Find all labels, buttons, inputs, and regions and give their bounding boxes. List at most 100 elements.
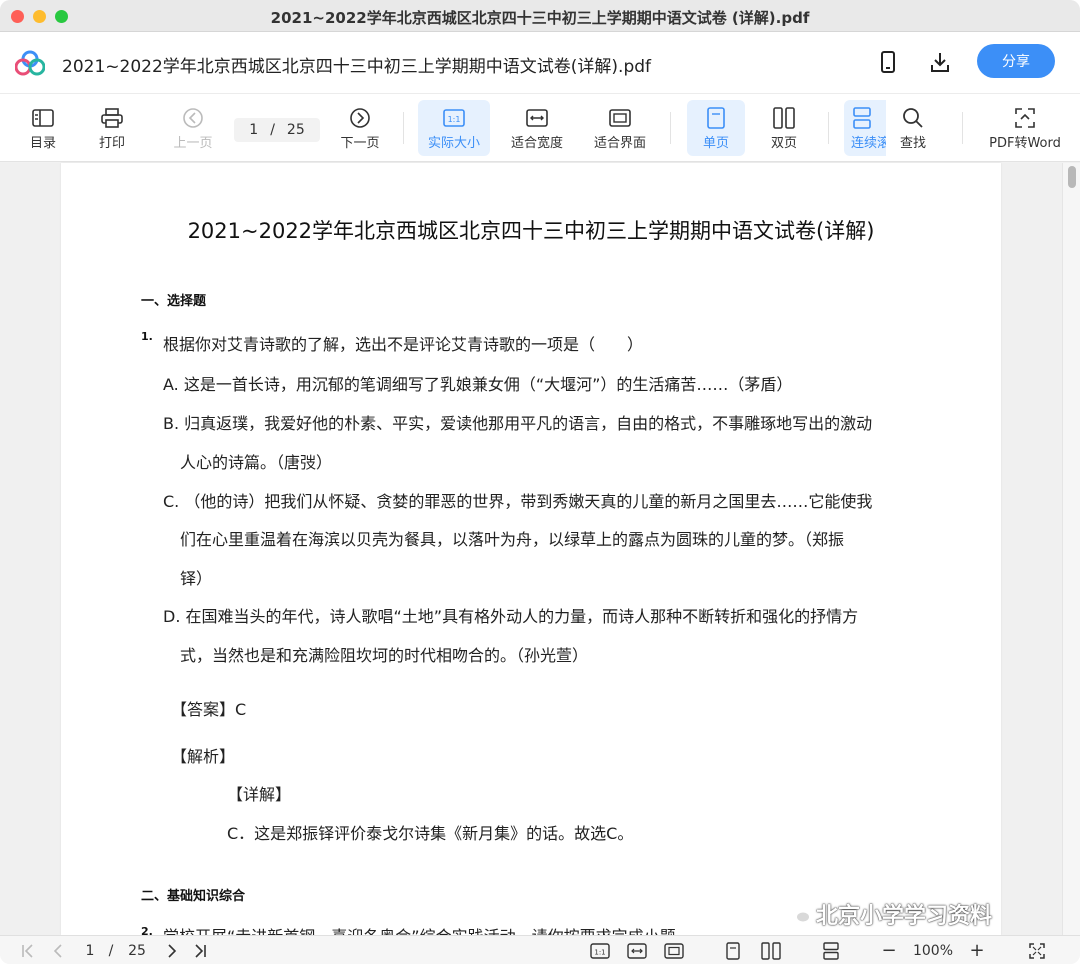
search-icon xyxy=(902,106,924,130)
detail-label: 【详解】 xyxy=(227,785,292,804)
next-page-icon[interactable] xyxy=(162,940,182,961)
continuous-scroll-label: 连续滚 xyxy=(851,135,886,151)
fit-width-icon xyxy=(526,106,548,130)
vertical-scrollbar[interactable] xyxy=(1062,163,1080,935)
fit-page-icon xyxy=(609,106,631,130)
single-page-icon xyxy=(707,106,725,130)
print-label: 打印 xyxy=(98,135,125,151)
answer-label: 【答案】C xyxy=(171,700,247,719)
fit-width-icon[interactable] xyxy=(626,940,648,961)
single-page-button[interactable]: 单页 xyxy=(687,100,745,156)
option-c-continued: 铎） xyxy=(180,569,213,588)
document-viewer[interactable]: 2021~2022学年北京西城区北京四十三中初三上学期期中语文试卷(详解) 一、… xyxy=(0,163,1080,935)
actual-size-icon[interactable]: 1:1 xyxy=(589,940,611,961)
find-button[interactable]: 查找 xyxy=(890,100,936,156)
detail-text: C．这是郑振铎评价泰戈尔诗集《新月集》的话。故选C。 xyxy=(227,824,634,843)
app-window: 2021~2022学年北京西城区北京四十三中初三上学期期中语文试卷 (详解).p… xyxy=(0,0,1080,964)
watermark-text: 北京小学学习资料 xyxy=(816,904,993,929)
first-page-icon[interactable] xyxy=(18,940,38,961)
next-page-button[interactable]: 下一页 xyxy=(335,100,385,156)
option-b: B. 归真返璞，我爱好他的朴素、平实，爱读他那用平凡的语言，自由的格式，不事雕琢… xyxy=(163,414,873,433)
title-bar: 2021~2022学年北京西城区北京四十三中初三上学期期中语文试卷 (详解).p… xyxy=(0,0,1080,32)
page-title: 2021~2022学年北京西城区北京四十三中初三上学期期中语文试卷(详解) xyxy=(187,219,875,243)
zoom-in-button[interactable]: + xyxy=(967,940,987,961)
scrollbar-thumb[interactable] xyxy=(1068,166,1076,188)
double-page-icon[interactable] xyxy=(760,940,782,961)
continuous-scroll-icon xyxy=(851,106,873,130)
option-c: C. （他的诗）把我们从怀疑、贪婪的罪恶的世界，带到秀嫩天真的儿童的新月之国里去… xyxy=(163,492,873,511)
last-page-icon[interactable] xyxy=(190,940,210,961)
phone-icon[interactable] xyxy=(876,50,900,74)
single-page-label: 单页 xyxy=(702,135,729,151)
total-pages: 25 xyxy=(286,122,305,138)
toolbar-divider xyxy=(670,112,671,144)
bottom-total-pages: 25 xyxy=(128,942,146,959)
bottom-page-separator: / xyxy=(108,942,114,959)
status-bar: 1 / 25 1:1 − 100% + xyxy=(0,935,1080,964)
option-d-continued: 式，当然也是和充满险阻坎坷的时代相吻合的。（孙光萱） xyxy=(180,646,589,665)
toc-button[interactable]: 目录 xyxy=(22,100,64,156)
bottom-current-page[interactable]: 1 xyxy=(80,940,100,961)
wechat-icon xyxy=(785,904,811,924)
fit-page-button[interactable]: 适合界面 xyxy=(588,100,652,156)
share-button[interactable]: 分享 xyxy=(977,44,1055,78)
printer-icon xyxy=(101,106,123,130)
download-icon[interactable] xyxy=(928,50,952,74)
fullscreen-icon[interactable] xyxy=(1026,940,1048,961)
continuous-scroll-button[interactable]: 连续滚 xyxy=(844,100,886,156)
zoom-out-button[interactable]: − xyxy=(879,940,899,961)
fit-width-button[interactable]: 适合宽度 xyxy=(505,100,569,156)
toc-label: 目录 xyxy=(29,135,56,151)
toolbar: 目录 打印 上一页 1 / 25 下一页 1:1 实际大小 适合宽度 适合界面 … xyxy=(0,94,1080,162)
question-number: 1. xyxy=(141,330,153,343)
svg-text:1:1: 1:1 xyxy=(594,948,605,956)
convert-icon xyxy=(1014,106,1036,130)
prev-page-label: 上一页 xyxy=(173,135,213,151)
single-page-icon[interactable] xyxy=(723,940,743,961)
question-stem: 学校开展“走进新首钢，喜迎冬奥会”综合实践活动，请你按要求完成小题。 xyxy=(163,923,692,935)
option-c-continued: 们在心里重温着在海滨以贝壳为餐具，以落叶为舟，以绿草上的露点为圆珠的儿童的梦。（… xyxy=(180,530,845,549)
actual-size-button[interactable]: 1:1 实际大小 xyxy=(418,100,490,156)
next-page-label: 下一页 xyxy=(340,135,380,151)
question-stem: 根据你对艾青诗歌的了解，选出不是评论艾青诗歌的一项是（ ） xyxy=(163,335,644,354)
app-header: 2021~2022学年北京西城区北京四十三中初三上学期期中语文试卷(详解).pd… xyxy=(0,32,1080,94)
toolbar-divider xyxy=(403,112,404,144)
fit-width-label: 适合宽度 xyxy=(510,135,563,151)
actual-size-label: 实际大小 xyxy=(427,135,480,151)
circle-left-icon xyxy=(182,106,204,130)
option-a: A. 这是一首长诗，用沉郁的笔调细写了乳娘兼女佣（“大堰河”）的生活痛苦……（茅… xyxy=(163,375,793,394)
double-page-label: 双页 xyxy=(770,135,797,151)
prev-page-icon[interactable] xyxy=(48,940,68,961)
window-title: 2021~2022学年北京西城区北京四十三中初三上学期期中语文试卷 (详解).p… xyxy=(270,9,810,27)
fit-page-label: 适合界面 xyxy=(593,135,646,151)
question-number: 2. xyxy=(141,925,153,935)
document-title: 2021~2022学年北京西城区北京四十三中初三上学期期中语文试卷(详解).pd… xyxy=(62,57,652,77)
section-heading: 二、基础知识综合 xyxy=(141,889,246,904)
option-b-continued: 人心的诗篇。（唐弢） xyxy=(180,453,333,472)
sidebar-icon xyxy=(32,106,54,130)
double-page-icon xyxy=(773,106,795,130)
analysis-label: 【解析】 xyxy=(171,747,236,766)
toolbar-divider xyxy=(962,112,963,144)
zoom-level[interactable]: 100% xyxy=(908,940,958,961)
app-logo xyxy=(15,50,45,76)
section-heading: 一、选择题 xyxy=(141,294,207,309)
fit-page-icon[interactable] xyxy=(663,940,685,961)
current-page: 1 xyxy=(249,122,259,138)
page-number-input[interactable]: 1 / 25 xyxy=(234,118,320,142)
pdf-page: 2021~2022学年北京西城区北京四十三中初三上学期期中语文试卷(详解) 一、… xyxy=(61,163,1001,935)
continuous-scroll-icon[interactable] xyxy=(820,940,842,961)
toolbar-divider xyxy=(828,112,829,144)
watermark: 北京小学学习资料 xyxy=(784,898,992,930)
svg-text:1:1: 1:1 xyxy=(448,115,461,124)
option-d: D. 在国难当头的年代，诗人歌唱“土地”具有格外动人的力量，而诗人那种不断转折和… xyxy=(163,607,859,626)
pdf-to-word-button[interactable]: PDF转Word xyxy=(984,100,1066,156)
circle-right-icon xyxy=(349,106,371,130)
double-page-button[interactable]: 双页 xyxy=(758,100,810,156)
prev-page-button[interactable]: 上一页 xyxy=(168,100,218,156)
page-separator: / xyxy=(270,122,275,138)
actual-size-icon: 1:1 xyxy=(443,106,465,130)
find-label: 查找 xyxy=(899,135,926,151)
print-button[interactable]: 打印 xyxy=(91,100,133,156)
pdf-to-word-label: PDF转Word xyxy=(989,135,1061,151)
